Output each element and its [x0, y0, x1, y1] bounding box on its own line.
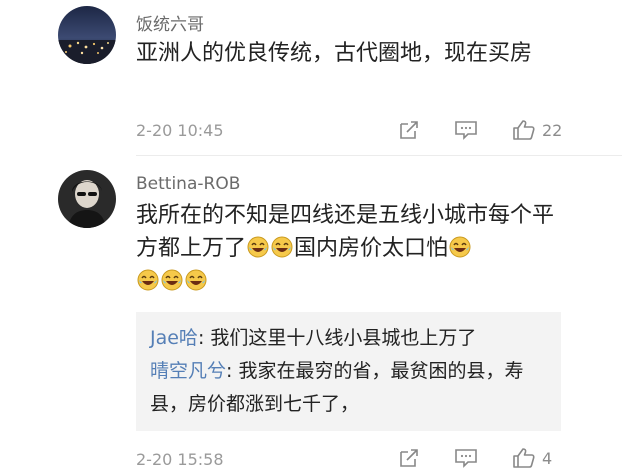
avatar[interactable]: [58, 6, 116, 64]
like-icon[interactable]: [512, 118, 536, 142]
comment-actions: 4: [398, 446, 552, 470]
laugh-cry-emoji: [137, 269, 159, 291]
laugh-cry-emoji: [271, 236, 293, 258]
comment-icon[interactable]: [454, 447, 478, 469]
laugh-cry-emoji: [161, 269, 183, 291]
laugh-cry-emoji: [247, 236, 269, 258]
reply-item: Jae哈: 我们这里十八线小县城也上万了: [150, 322, 547, 355]
comment-actions: 22: [398, 118, 562, 142]
reply-item: 晴空凡兮: 我家在最穷的省，最贫困的县，寿县，房价都涨到七千了，: [150, 355, 547, 421]
divider: [136, 155, 622, 156]
username[interactable]: 饭统六哥: [136, 10, 204, 35]
comment-text: 我所在的不知是四线还是五线小城市每个平方都上万了 国内房价太口怕: [136, 199, 566, 298]
share-icon[interactable]: [398, 119, 420, 141]
avatar-portrait-image: [58, 170, 116, 228]
reply-author[interactable]: 晴空凡兮: [150, 360, 226, 382]
laugh-cry-emoji: [449, 236, 471, 258]
comment-text-part: 国内房价太口怕: [294, 236, 449, 261]
timestamp: 2-20 15:58: [136, 450, 224, 469]
like-icon[interactable]: [512, 446, 536, 470]
like-count: 22: [542, 120, 563, 140]
reply-separator: :: [197, 327, 205, 349]
avatar[interactable]: [58, 170, 116, 228]
like-count: 4: [542, 448, 553, 468]
share-icon[interactable]: [398, 447, 420, 469]
timestamp: 2-20 10:45: [136, 121, 224, 140]
comment-icon[interactable]: [454, 119, 478, 141]
reply-preview[interactable]: Jae哈: 我们这里十八线小县城也上万了 晴空凡兮: 我家在最穷的省，最贫困的县…: [136, 312, 561, 431]
reply-separator: :: [226, 360, 233, 382]
reply-author[interactable]: Jae哈: [150, 327, 198, 349]
reply-text: 我们这里十八线小县城也上万了: [210, 327, 477, 349]
comment-text: 亚洲人的优良传统，古代圈地，现在买房: [136, 41, 533, 66]
username[interactable]: Bettina-ROB: [136, 174, 240, 194]
avatar-city-night-image: [58, 6, 116, 64]
laugh-cry-emoji: [185, 269, 207, 291]
